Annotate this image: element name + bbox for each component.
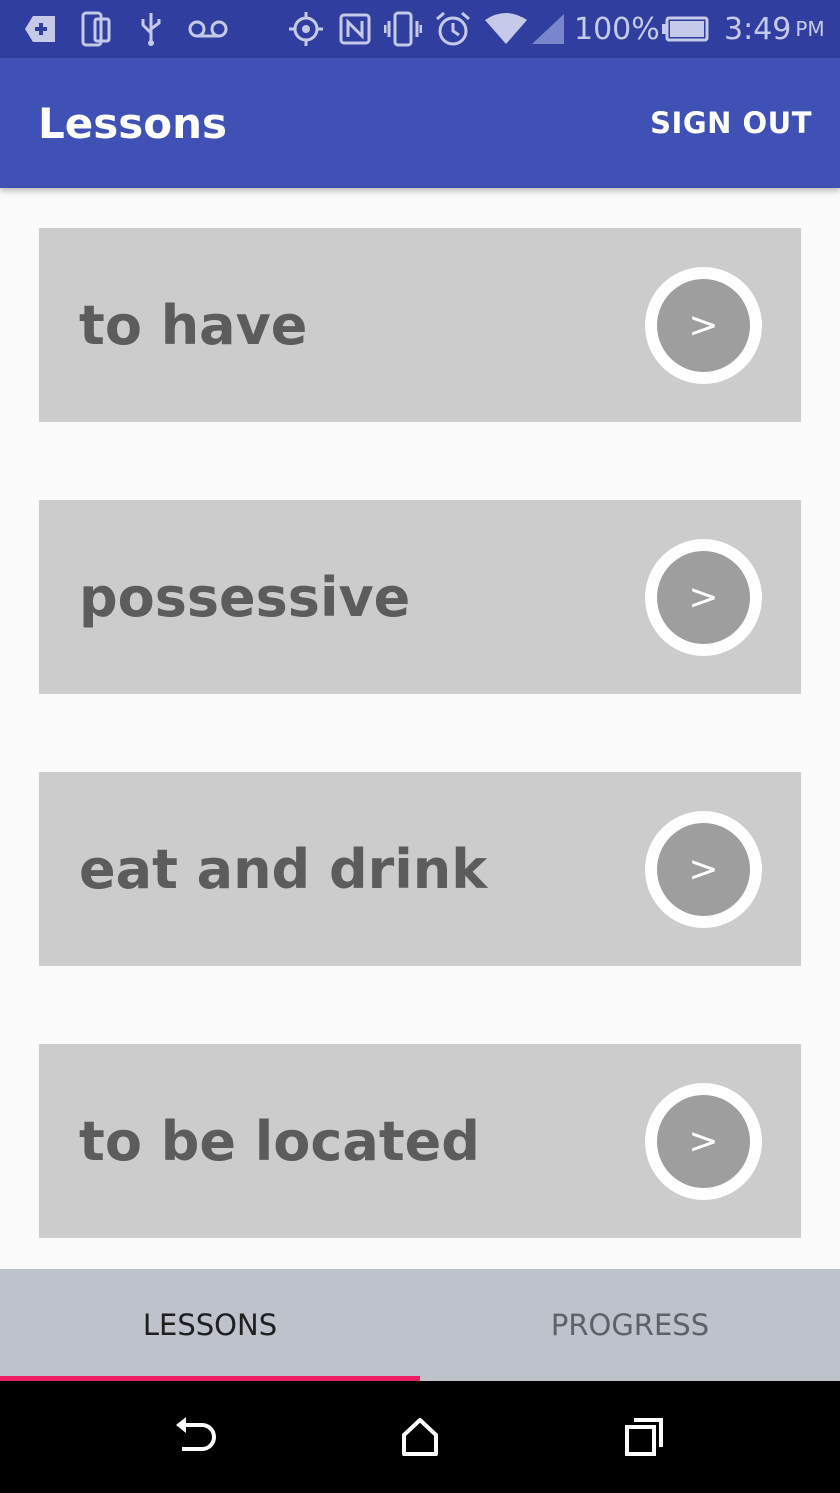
tab-lessons[interactable]: LESSONS [0, 1269, 420, 1381]
lesson-list: to have > possessive > eat and drink > t… [0, 188, 840, 1269]
lesson-card-to-have[interactable]: to have > [39, 228, 801, 422]
app-bar: Lessons SIGN OUT [0, 58, 840, 188]
lesson-label: to have [79, 293, 308, 357]
battery-percent: 100% [574, 11, 660, 47]
chevron-right-icon: > [657, 823, 750, 916]
page-title: Lessons [38, 98, 227, 148]
lesson-label: possessive [79, 565, 411, 629]
clock-ampm: PM [795, 17, 825, 41]
chevron-right-icon: > [657, 551, 750, 644]
signal-icon [530, 10, 566, 48]
recents-icon[interactable] [616, 1409, 672, 1465]
open-lesson-button[interactable]: > [645, 1083, 762, 1200]
back-icon[interactable] [168, 1409, 224, 1465]
battery-icon [662, 10, 710, 48]
tab-progress[interactable]: PROGRESS [420, 1269, 840, 1381]
open-lesson-button[interactable]: > [645, 267, 762, 384]
nfc-icon [338, 10, 372, 48]
wifi-icon [484, 10, 528, 48]
open-lesson-button[interactable]: > [645, 539, 762, 656]
clock-time: 3:49 [724, 11, 792, 47]
chevron-right-icon: > [657, 279, 750, 372]
open-lesson-button[interactable]: > [645, 811, 762, 928]
voicemail-icon [188, 10, 228, 48]
sd-card-icon [22, 10, 58, 48]
usb-icon [138, 10, 164, 48]
home-icon[interactable] [392, 1409, 448, 1465]
navigation-bar [0, 1381, 840, 1493]
clock: 3:49 PM [724, 0, 825, 58]
lesson-label: eat and drink [79, 837, 488, 901]
lesson-label: to be located [79, 1109, 480, 1173]
tab-bar: LESSONS PROGRESS [0, 1269, 840, 1381]
phone-icon [80, 10, 112, 48]
chevron-right-icon: > [657, 1095, 750, 1188]
sign-out-button[interactable]: SIGN OUT [650, 58, 812, 188]
alarm-icon [434, 10, 472, 48]
gps-icon [287, 10, 325, 48]
lesson-card-to-be-located[interactable]: to be located > [39, 1044, 801, 1238]
lesson-card-eat-and-drink[interactable]: eat and drink > [39, 772, 801, 966]
lesson-card-possessive[interactable]: possessive > [39, 500, 801, 694]
status-bar: 100% 3:49 PM [0, 0, 840, 58]
vibrate-icon [384, 10, 422, 48]
